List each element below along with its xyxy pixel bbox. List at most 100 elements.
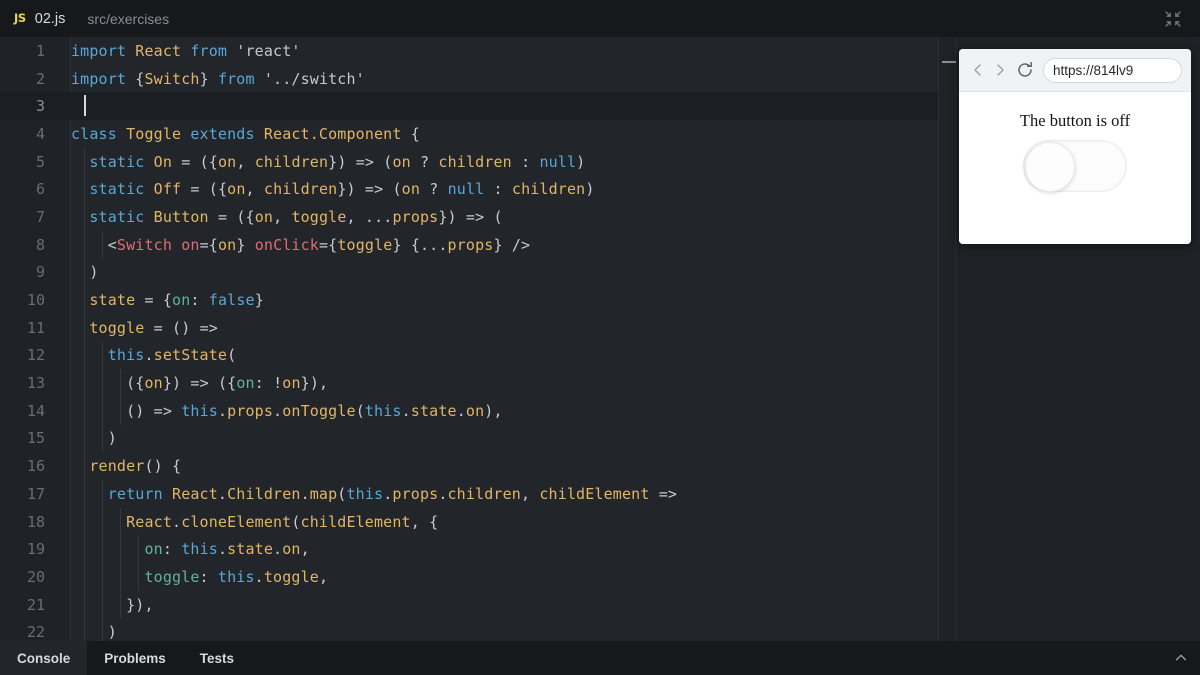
- indent-guide: [102, 535, 104, 564]
- code-line[interactable]: 11 toggle = () =>: [0, 313, 938, 342]
- indent-guide: [120, 563, 122, 591]
- toggle-status-label: The button is off: [1019, 111, 1131, 130]
- rail-divider-secondary: [955, 37, 956, 641]
- line-number: 5: [35, 152, 45, 171]
- code-text: ): [107, 429, 117, 448]
- js-file-type-icon: JS: [14, 10, 26, 25]
- indent-guide: [102, 507, 104, 536]
- indent-guide: [84, 203, 85, 231]
- tab-console[interactable]: Console: [0, 641, 88, 675]
- code-text: static On = ({on, children}) => (on ? ch…: [89, 152, 586, 171]
- line-number: 20: [26, 567, 45, 586]
- chevron-up-icon[interactable]: [1162, 641, 1200, 675]
- line-number: 8: [35, 235, 45, 254]
- line-number: 14: [26, 401, 45, 420]
- code-text: () => this.props.onToggle(this.state.on)…: [126, 401, 503, 420]
- code-text: class Toggle extends React.Component {: [71, 124, 420, 143]
- code-line[interactable]: 10 state = {on: false}: [0, 286, 938, 314]
- code-line[interactable]: 18 React.cloneElement(childElement, {: [0, 507, 938, 536]
- chevron-left-icon[interactable]: [968, 61, 987, 80]
- indent-guide: [84, 590, 85, 619]
- indent-guide: [120, 507, 122, 536]
- line-number: 19: [26, 540, 45, 559]
- rail-divider-primary: [938, 37, 939, 641]
- indent-guide: [84, 424, 85, 453]
- code-line[interactable]: 20 toggle: this.toggle,: [0, 563, 938, 591]
- code-line[interactable]: 17 return React.Children.map(this.props.…: [0, 480, 938, 508]
- file-path-breadcrumb: src/exercises: [87, 10, 170, 27]
- code-text: toggle: this.toggle,: [144, 567, 329, 586]
- indent-guide: [138, 535, 140, 564]
- browser-preview-panel: https://814lv9 The button is off: [959, 49, 1191, 244]
- chevron-right-icon[interactable]: [990, 61, 1009, 80]
- code-line[interactable]: 12 this.setState(: [0, 341, 938, 370]
- indent-guide: [120, 590, 122, 619]
- indent-guide: [84, 618, 85, 641]
- file-name: 02.js: [34, 10, 66, 27]
- collapse-arrows-icon[interactable]: [1163, 9, 1183, 29]
- indent-guide: [102, 230, 104, 259]
- code-line[interactable]: 13 ({on}) => ({on: !on}),: [0, 369, 938, 397]
- indent-guide: [84, 230, 85, 259]
- code-line[interactable]: 1 import React from 'react': [0, 37, 938, 65]
- code-line[interactable]: 2 import {Switch} from '../switch': [0, 65, 938, 93]
- code-text: state = {on: false}: [89, 291, 264, 310]
- indent-guide: [102, 369, 104, 397]
- line-number: 3: [35, 97, 45, 116]
- indent-guide: [84, 396, 85, 425]
- code-line[interactable]: 6 static Off = ({on, children}) => (on ?…: [0, 175, 938, 204]
- code-text: ): [89, 263, 99, 282]
- indent-guide: [102, 618, 104, 641]
- indent-guide: [84, 369, 85, 397]
- code-text: toggle = () =>: [89, 318, 218, 337]
- code-text: render() {: [89, 457, 182, 476]
- line-number: 21: [26, 595, 45, 614]
- code-line[interactable]: 14 () => this.props.onToggle(this.state.…: [0, 396, 938, 425]
- line-number: 11: [26, 318, 45, 337]
- preview-content: The button is off: [959, 92, 1191, 244]
- code-line[interactable]: 3: [0, 92, 938, 121]
- code-text: ({on}) => ({on: !on}),: [126, 374, 329, 393]
- indent-guide: [84, 147, 85, 176]
- code-line[interactable]: 22 ): [0, 618, 938, 641]
- toggle-switch[interactable]: [1023, 140, 1127, 192]
- code-text: ): [107, 623, 117, 641]
- indent-guide: [102, 341, 104, 370]
- tab-problems[interactable]: Problems: [87, 641, 183, 675]
- code-line[interactable]: 7 static Button = ({on, toggle, ...props…: [0, 203, 938, 231]
- bottom-panel-tabbar: Console Problems Tests: [0, 641, 1200, 675]
- code-line[interactable]: 21 }),: [0, 590, 938, 619]
- indent-guide: [102, 424, 104, 453]
- code-text: import {Switch} from '../switch': [71, 69, 365, 88]
- line-number: 1: [35, 41, 45, 60]
- line-number: 22: [26, 623, 45, 641]
- indent-guide: [84, 313, 85, 342]
- code-line[interactable]: 4 class Toggle extends React.Component {: [0, 120, 938, 148]
- minimize-dash-icon[interactable]: [942, 61, 956, 63]
- code-text: static Off = ({on, children}) => (on ? n…: [89, 180, 595, 199]
- code-line[interactable]: 5 static On = ({on, children}) => (on ? …: [0, 147, 938, 176]
- code-text: import React from 'react': [71, 41, 301, 60]
- toggle-knob[interactable]: [1025, 142, 1075, 192]
- text-cursor: [84, 95, 86, 117]
- code-line[interactable]: 16 render() {: [0, 452, 938, 480]
- indent-guide: [120, 369, 122, 397]
- indent-guide: [102, 590, 104, 619]
- indent-guide: [84, 507, 85, 536]
- code-text: static Button = ({on, toggle, ...props})…: [89, 207, 503, 226]
- code-line[interactable]: 19 on: this.state.on,: [0, 535, 938, 564]
- indent-guide: [84, 258, 85, 287]
- code-line[interactable]: 8 <Switch on={on} onClick={toggle} {...p…: [0, 230, 938, 259]
- tab-tests[interactable]: Tests: [183, 641, 251, 675]
- indent-guide: [138, 563, 140, 591]
- indent-guide: [120, 396, 122, 425]
- code-line[interactable]: 9 ): [0, 258, 938, 287]
- code-lines-container[interactable]: 1 import React from 'react' 2 import {Switc…: [0, 37, 938, 641]
- url-input[interactable]: https://814lv9: [1043, 57, 1182, 83]
- code-line[interactable]: 15 ): [0, 424, 938, 453]
- indent-guide: [84, 563, 85, 591]
- code-text: return React.Children.map(this.props.chi…: [107, 484, 678, 503]
- reload-icon[interactable]: [1014, 59, 1036, 81]
- code-text: }),: [126, 595, 154, 614]
- indent-guide: [102, 480, 104, 508]
